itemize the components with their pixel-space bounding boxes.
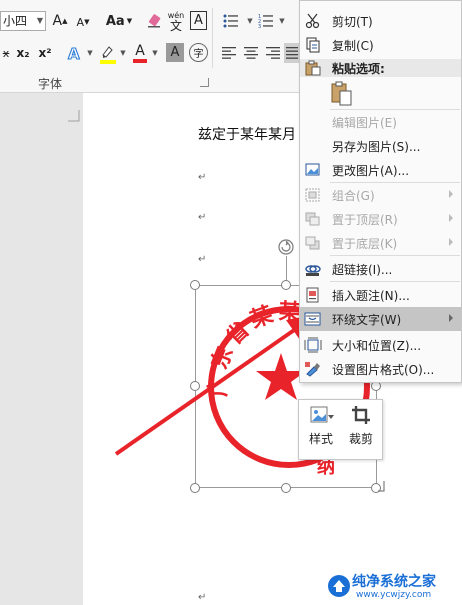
document-margin	[0, 93, 83, 605]
change-picture-icon	[305, 163, 320, 176]
chevron-down-icon[interactable]: ▼	[246, 12, 254, 30]
chevron-down-icon[interactable]: ▼	[86, 44, 94, 62]
chevron-down-icon[interactable]: ▼	[37, 12, 43, 30]
font-color-swatch	[133, 58, 147, 63]
dialog-launcher-icon[interactable]	[200, 78, 209, 87]
align-center-icon[interactable]	[242, 45, 260, 61]
svg-text:A: A	[68, 45, 80, 62]
svg-text:3: 3	[258, 24, 261, 29]
paragraph-mark: ↵	[198, 592, 207, 603]
paragraph-mark: ↵	[198, 212, 207, 223]
clear-formatting-icon[interactable]	[146, 12, 162, 30]
hyperlink-icon	[305, 265, 321, 276]
submenu-arrow-icon	[449, 314, 453, 322]
menu-item-group[interactable]: 组合(G)	[300, 183, 461, 207]
watermark-logo-icon	[328, 575, 350, 597]
change-case-button[interactable]: Aa ▼	[104, 11, 134, 31]
page-corner-mark	[68, 110, 80, 122]
resize-handle-bottom[interactable]	[281, 483, 291, 493]
chevron-down-icon[interactable]: ▼	[119, 44, 127, 62]
character-shading-button[interactable]: A	[166, 43, 184, 62]
numbering-icon[interactable]: 123	[256, 12, 276, 30]
format-picture-icon	[305, 362, 320, 377]
document-text-line[interactable]: 兹定于某年某月	[198, 124, 296, 144]
send-to-back-icon	[305, 236, 320, 250]
scissors-icon	[305, 13, 320, 29]
highlight-icon[interactable]	[98, 43, 118, 65]
paste-icon	[305, 60, 321, 76]
font-color-button[interactable]: A	[131, 42, 149, 64]
character-border-button[interactable]: A	[190, 11, 207, 30]
menu-separator	[330, 281, 460, 282]
menu-item-format-picture[interactable]: 设置图片格式(O)...	[300, 357, 461, 381]
bring-to-front-icon	[305, 212, 320, 226]
crop-icon	[352, 406, 370, 424]
size-position-icon	[304, 337, 322, 353]
submenu-arrow-icon	[449, 214, 453, 222]
anchor-icon	[378, 481, 385, 492]
justify-icon[interactable]	[284, 43, 300, 63]
paragraph-mark: ↵	[198, 254, 207, 265]
menu-item-insert-caption[interactable]: 插入题注(N)...	[300, 283, 461, 307]
menu-item-edit-picture[interactable]: 编辑图片(E)	[300, 110, 461, 134]
menu-item-change-picture[interactable]: 更改图片(A)...	[300, 158, 461, 182]
menu-item-send-to-back[interactable]: 置于底层(K)	[300, 231, 461, 255]
phonetic-guide-button[interactable]: wén 文	[166, 9, 186, 33]
menu-item-hyperlink[interactable]: 超链接(I)...	[300, 257, 461, 281]
menu-item-size-and-position[interactable]: 大小和位置(Z)...	[300, 333, 461, 357]
strikethrough-button[interactable]: x	[0, 44, 12, 62]
paragraph-mark: ↵	[198, 172, 207, 183]
bullets-icon[interactable]	[220, 12, 242, 30]
menu-item-save-as-picture[interactable]: 另存为图片(S)...	[300, 134, 461, 158]
font-size-value: 小四	[3, 14, 28, 28]
resize-handle-top-left[interactable]	[190, 280, 200, 290]
context-menu: 剪切(T) 复制(C) 粘贴选项: 编辑图片(E) 另存为图片(S)... 更改…	[299, 0, 462, 383]
group-icon	[305, 188, 320, 202]
text-effects-icon[interactable]: A	[66, 43, 84, 63]
site-watermark: 纯净系统之家 www.ycwjzy.com	[322, 569, 462, 605]
submenu-arrow-icon	[449, 190, 453, 198]
ribbon-separator	[212, 8, 213, 68]
grow-font-button[interactable]: A ▲	[52, 11, 68, 31]
menu-item-cut[interactable]: 剪切(T)	[300, 9, 461, 33]
crop-button[interactable]: 裁剪	[343, 404, 379, 456]
insert-caption-icon	[306, 287, 319, 303]
submenu-arrow-icon	[449, 238, 453, 246]
superscript-button[interactable]: x²	[36, 44, 54, 62]
align-left-icon[interactable]	[220, 45, 238, 61]
shrink-font-button[interactable]: A ▼	[75, 13, 91, 31]
chevron-down-icon[interactable]: ▼	[151, 44, 159, 62]
rotate-handle-icon[interactable]	[277, 238, 295, 256]
copy-icon	[306, 37, 320, 53]
font-group-label: 字体	[38, 77, 63, 91]
menu-item-wrap-text[interactable]: 环绕文字(W)	[300, 307, 461, 331]
align-right-icon[interactable]	[264, 45, 282, 61]
subscript-button[interactable]: x₂	[14, 44, 32, 62]
wrap-text-icon	[304, 312, 321, 326]
font-size-combobox[interactable]: 小四 ▼	[0, 11, 46, 31]
paste-options-header: 粘贴选项:	[300, 59, 461, 77]
resize-handle-bottom-left[interactable]	[190, 483, 200, 493]
paste-picture-option[interactable]	[330, 81, 354, 107]
menu-item-bring-to-front[interactable]: 置于顶层(R)	[300, 207, 461, 231]
paste-picture-icon	[331, 81, 352, 106]
enclosed-characters-button[interactable]: 字	[189, 43, 208, 62]
resize-handle-top[interactable]	[281, 280, 291, 290]
menu-item-copy[interactable]: 复制(C)	[300, 33, 461, 57]
menu-separator	[330, 255, 460, 256]
chevron-down-icon[interactable]: ▼	[278, 12, 286, 30]
